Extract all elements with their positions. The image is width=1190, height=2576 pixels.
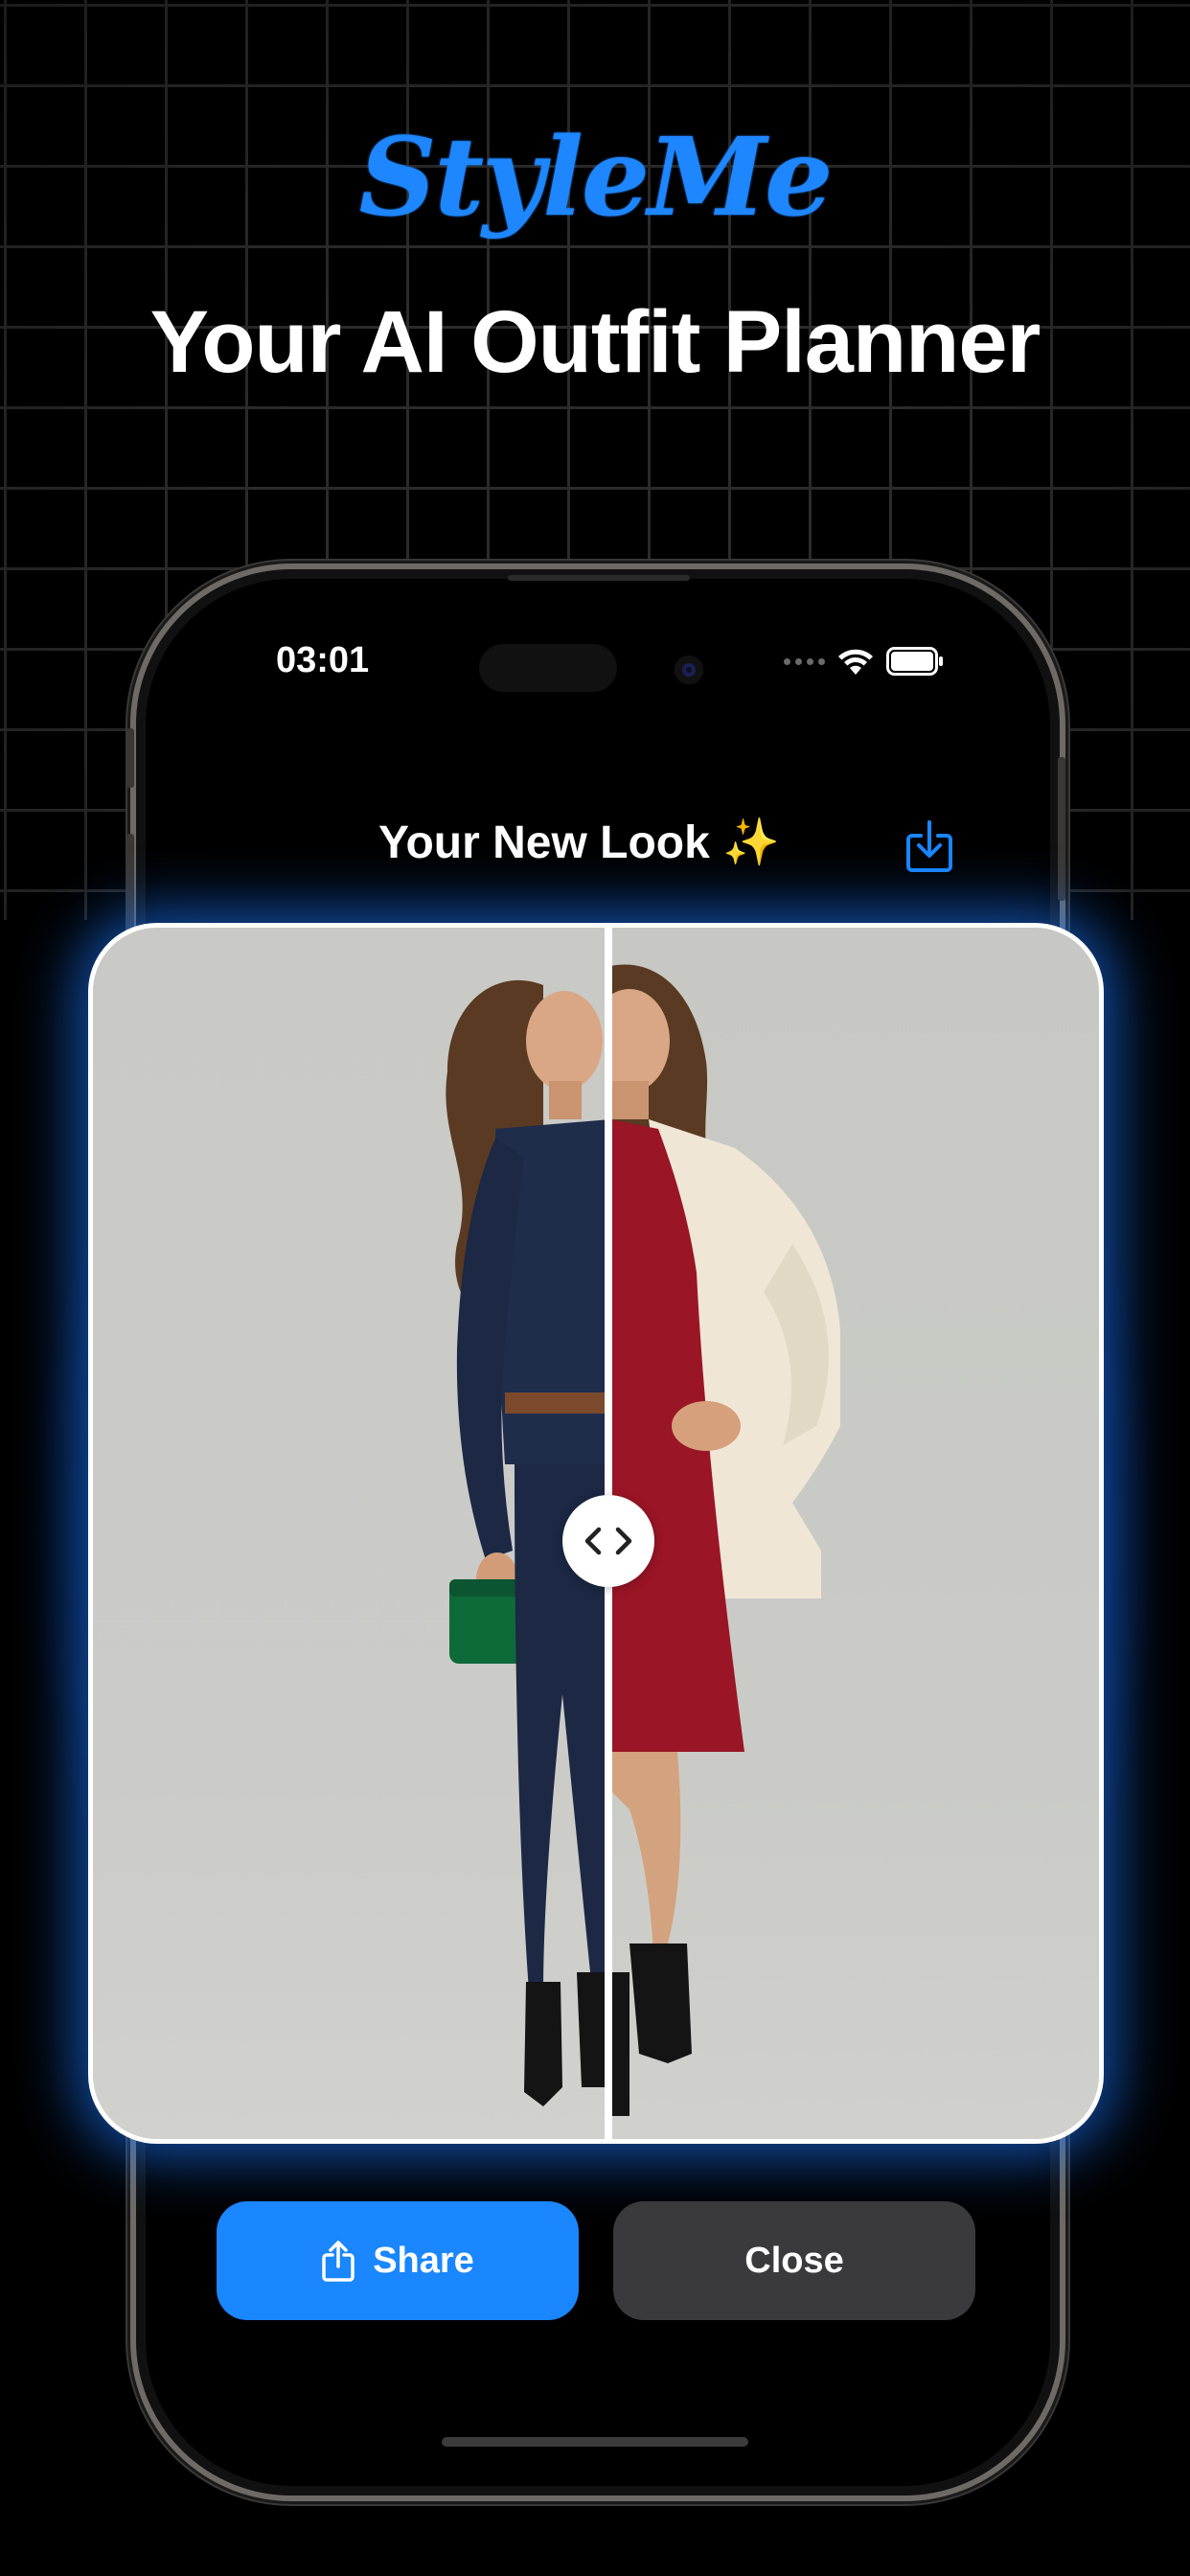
- side-button: [126, 834, 134, 939]
- side-button: [1058, 757, 1065, 901]
- after-outfit-photo: [610, 964, 840, 2116]
- home-indicator: [442, 2437, 748, 2447]
- chevrons-left-right-icon: [584, 1527, 632, 1555]
- speaker-bar: [508, 575, 690, 581]
- before-after-comparison[interactable]: [88, 923, 1104, 2144]
- download-icon: [906, 820, 952, 872]
- download-button[interactable]: [901, 815, 958, 878]
- signal-icon: [784, 657, 825, 665]
- comparison-slider-handle[interactable]: [562, 1495, 654, 1587]
- dynamic-island: [479, 644, 617, 692]
- battery-icon: [886, 647, 943, 676]
- before-image: [93, 928, 610, 2139]
- close-button[interactable]: Close: [613, 2201, 975, 2320]
- brand-logo: StyleMe: [358, 115, 834, 241]
- close-label: Close: [744, 2240, 844, 2281]
- screen-title: Your New Look ✨: [378, 817, 780, 868]
- headline: Your AI Outfit Planner: [149, 293, 1041, 391]
- share-icon: [322, 2241, 355, 2282]
- before-outfit-photo: [446, 979, 610, 2106]
- wifi-icon: [838, 649, 873, 675]
- camera-icon: [675, 656, 703, 684]
- promo-screen: StyleMe Your AI Outfit Planner 03:01 You…: [0, 0, 1190, 2576]
- share-button[interactable]: Share: [217, 2201, 579, 2320]
- status-time: 03:01: [276, 640, 370, 680]
- share-label: Share: [373, 2240, 474, 2281]
- status-icons: [784, 642, 944, 680]
- after-image: [610, 928, 1099, 2139]
- side-button: [126, 728, 134, 788]
